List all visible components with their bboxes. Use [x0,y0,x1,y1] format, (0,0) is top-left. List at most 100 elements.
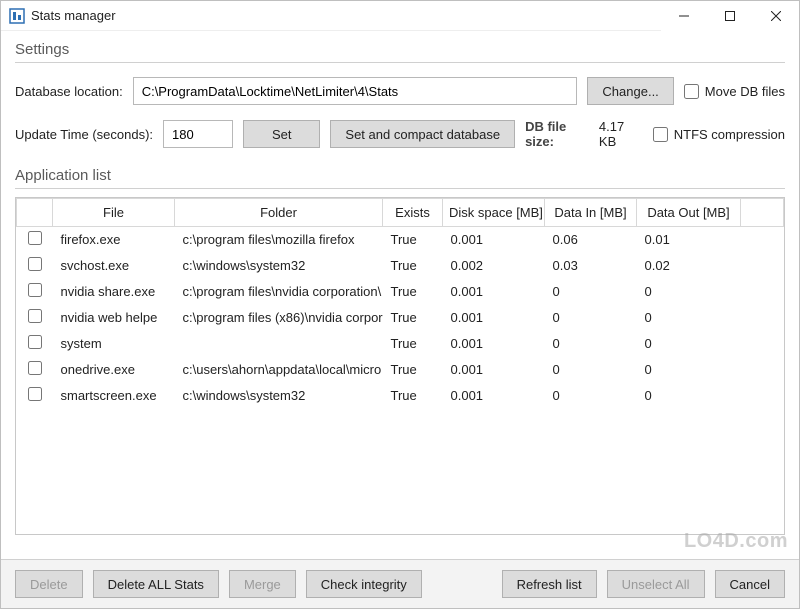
table-row[interactable]: onedrive.exec:\users\ahorn\appdata\local… [17,357,784,383]
table-row[interactable]: nvidia share.exec:\program files\nvidia … [17,279,784,305]
ntfs-checkbox[interactable]: NTFS compression [653,127,785,142]
db-location-input[interactable] [133,77,578,105]
table-row[interactable]: nvidia web helpec:\program files (x86)\n… [17,305,784,331]
table-row[interactable]: systemTrue0.00100 [17,331,784,357]
change-button[interactable]: Change... [587,77,673,105]
application-table: File Folder Exists Disk space [MB] Data … [15,197,785,535]
cell-exists: True [383,305,443,331]
cell-data-in: 0 [545,383,637,409]
move-db-label: Move DB files [705,84,785,99]
applist-divider [15,188,785,189]
col-padding [741,199,784,227]
row-checkbox[interactable] [28,231,42,245]
col-checkbox[interactable] [17,199,53,227]
merge-button[interactable]: Merge [229,570,296,598]
db-location-row: Database location: Change... Move DB fil… [15,77,785,105]
cell-data-in: 0.06 [545,227,637,253]
footer: Delete Delete ALL Stats Merge Check inte… [1,559,799,608]
cell-file: system [53,331,175,357]
col-data-in[interactable]: Data In [MB] [545,199,637,227]
cell-disk: 0.002 [443,253,545,279]
applist-header: Application list [15,167,785,184]
set-compact-button[interactable]: Set and compact database [330,120,515,148]
table-row[interactable]: smartscreen.exec:\windows\system32True0.… [17,383,784,409]
cell-data-out: 0.01 [637,227,741,253]
cell-data-in: 0 [545,279,637,305]
update-time-input[interactable] [163,120,233,148]
cell-folder: c:\program files\mozilla firefox [175,227,383,253]
cell-file: nvidia web helpe [53,305,175,331]
cell-file: svchost.exe [53,253,175,279]
cell-folder: c:\program files (x86)\nvidia corpora [175,305,383,331]
col-folder[interactable]: Folder [175,199,383,227]
check-integrity-button[interactable]: Check integrity [306,570,422,598]
row-checkbox[interactable] [28,309,42,323]
cell-file: nvidia share.exe [53,279,175,305]
move-db-checkbox[interactable]: Move DB files [684,84,785,99]
cell-folder: c:\users\ahorn\appdata\local\micro [175,357,383,383]
cell-disk: 0.001 [443,331,545,357]
window-title: Stats manager [31,8,661,23]
cell-folder [175,331,383,357]
delete-button[interactable]: Delete [15,570,83,598]
cell-disk: 0.001 [443,357,545,383]
cell-data-in: 0 [545,305,637,331]
cell-data-in: 0 [545,357,637,383]
row-checkbox[interactable] [28,335,42,349]
cell-data-out: 0.02 [637,253,741,279]
col-exists[interactable]: Exists [383,199,443,227]
db-size-label: DB file size: [525,119,595,149]
cell-exists: True [383,357,443,383]
cell-file: onedrive.exe [53,357,175,383]
delete-all-button[interactable]: Delete ALL Stats [93,570,219,598]
col-data-out[interactable]: Data Out [MB] [637,199,741,227]
update-time-row: Update Time (seconds): Set Set and compa… [15,119,785,149]
row-checkbox[interactable] [28,257,42,271]
ntfs-label: NTFS compression [674,127,785,142]
cancel-button[interactable]: Cancel [715,570,785,598]
cell-data-out: 0 [637,279,741,305]
cell-file: firefox.exe [53,227,175,253]
cell-exists: True [383,331,443,357]
body: Settings Database location: Change... Mo… [1,31,799,559]
table-row[interactable]: svchost.exec:\windows\system32True0.0020… [17,253,784,279]
cell-file: smartscreen.exe [53,383,175,409]
minimize-button[interactable] [661,1,707,31]
cell-folder: c:\windows\system32 [175,253,383,279]
cell-exists: True [383,279,443,305]
cell-disk: 0.001 [443,227,545,253]
cell-exists: True [383,253,443,279]
cell-data-out: 0 [637,357,741,383]
maximize-button[interactable] [707,1,753,31]
settings-header: Settings [15,41,785,58]
row-checkbox[interactable] [28,361,42,375]
col-disk[interactable]: Disk space [MB] [443,199,545,227]
db-location-label: Database location: [15,84,123,99]
cell-data-out: 0 [637,305,741,331]
settings-divider [15,62,785,63]
row-checkbox[interactable] [28,387,42,401]
close-button[interactable] [753,1,799,31]
set-button[interactable]: Set [243,120,320,148]
cell-exists: True [383,227,443,253]
db-size-value: 4.17 KB [599,119,643,149]
stats-manager-window: Stats manager Settings Database location… [0,0,800,609]
cell-exists: True [383,383,443,409]
cell-folder: c:\windows\system32 [175,383,383,409]
cell-data-out: 0 [637,331,741,357]
cell-data-in: 0.03 [545,253,637,279]
table-row[interactable]: firefox.exec:\program files\mozilla fire… [17,227,784,253]
refresh-button[interactable]: Refresh list [502,570,597,598]
col-file[interactable]: File [53,199,175,227]
move-db-checkbox-input[interactable] [684,84,699,99]
unselect-all-button[interactable]: Unselect All [607,570,705,598]
cell-disk: 0.001 [443,305,545,331]
update-time-label: Update Time (seconds): [15,127,153,142]
titlebar: Stats manager [1,1,799,31]
cell-disk: 0.001 [443,279,545,305]
cell-data-out: 0 [637,383,741,409]
table-header-row: File Folder Exists Disk space [MB] Data … [17,199,784,227]
row-checkbox[interactable] [28,283,42,297]
ntfs-checkbox-input[interactable] [653,127,668,142]
app-icon [9,8,25,24]
